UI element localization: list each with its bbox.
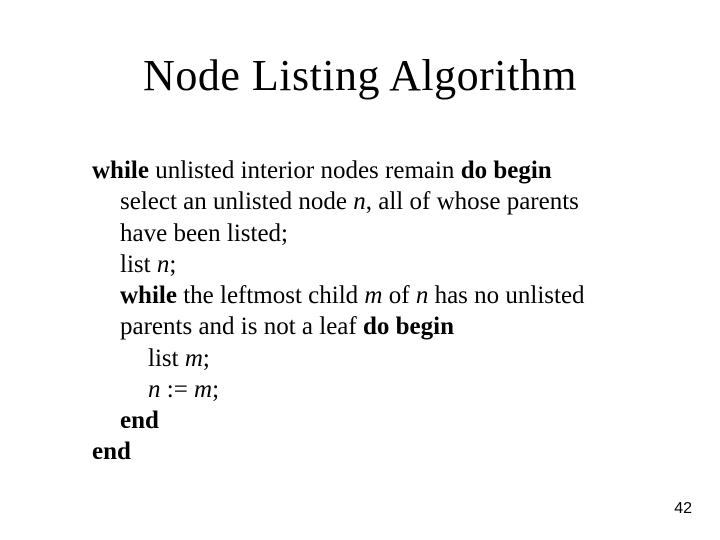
text-assign: :=	[161, 376, 195, 403]
line-inner-while: while the leftmost child m of n has no u…	[92, 280, 632, 343]
text-semi: ;	[169, 251, 176, 278]
algorithm-body: while unlisted interior nodes remain do …	[92, 155, 632, 468]
text-while2-mid: of	[382, 282, 415, 309]
line-list-n: list n;	[92, 249, 632, 280]
var-m: m	[185, 345, 203, 372]
var-n: n	[148, 376, 161, 403]
slide: Node Listing Algorithm while unlisted in…	[0, 0, 720, 540]
page-number: 42	[674, 500, 692, 518]
kw-end: end	[120, 407, 159, 434]
kw-while: while	[92, 157, 149, 184]
text-select-pre: select an unlisted node	[120, 188, 353, 215]
var-n: n	[416, 282, 429, 309]
text-list: list	[148, 345, 185, 372]
text-while2-pre: the leftmost child	[177, 282, 364, 309]
slide-title: Node Listing Algorithm	[0, 50, 720, 101]
line-outer-while: while unlisted interior nodes remain do …	[92, 155, 632, 186]
kw-end: end	[92, 438, 131, 465]
text-unlisted-interior: unlisted interior nodes remain	[149, 157, 461, 184]
line-list-m: list m;	[92, 343, 632, 374]
text-list: list	[120, 251, 157, 278]
var-n: n	[157, 251, 170, 278]
line-end-inner: end	[92, 405, 632, 436]
line-assign: n := m;	[92, 374, 632, 405]
var-m: m	[194, 376, 212, 403]
line-select: select an unlisted node n, all of whose …	[92, 186, 632, 249]
var-n: n	[353, 188, 366, 215]
kw-do-begin: do begin	[363, 313, 454, 340]
var-m: m	[364, 282, 382, 309]
text-semi: ;	[203, 345, 210, 372]
line-end-outer: end	[92, 436, 632, 467]
kw-do-begin: do begin	[461, 157, 552, 184]
kw-while: while	[120, 282, 177, 309]
text-semi: ;	[212, 376, 219, 403]
